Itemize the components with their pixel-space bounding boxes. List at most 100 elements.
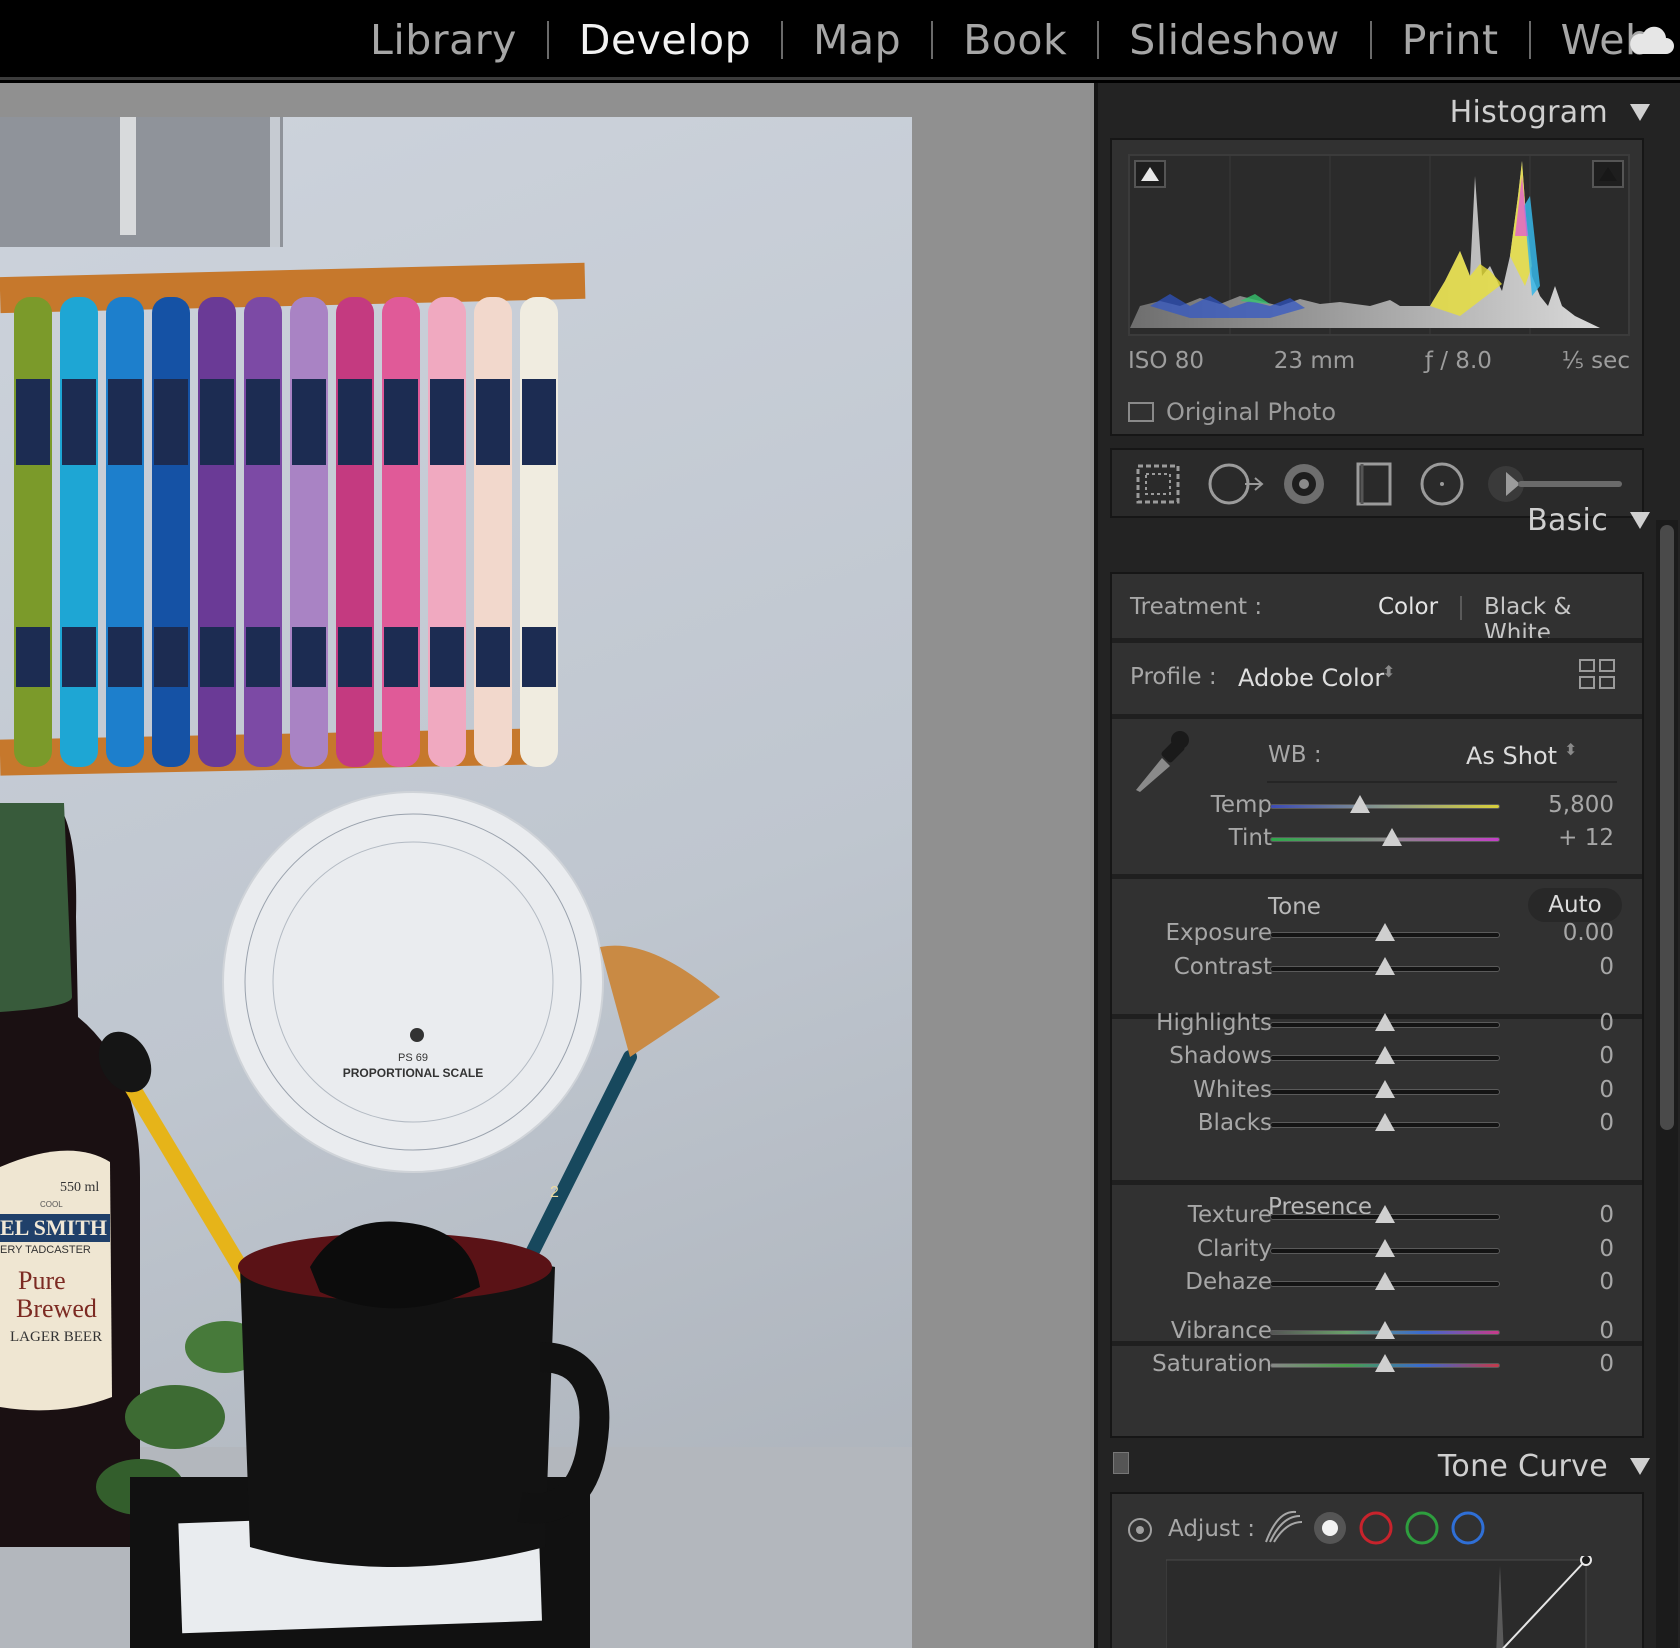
- profile-dropdown[interactable]: Adobe Color: [1238, 664, 1384, 692]
- temp-value[interactable]: 5,800: [1548, 792, 1614, 818]
- exposure-slider-thumb[interactable]: [1375, 923, 1395, 941]
- module-slideshow[interactable]: Slideshow: [1099, 16, 1370, 64]
- whites-slider-thumb[interactable]: [1375, 1080, 1395, 1098]
- blacks-slider-thumb[interactable]: [1375, 1113, 1395, 1131]
- dehaze-slider-thumb[interactable]: [1375, 1272, 1395, 1290]
- contrast-value[interactable]: 0: [1599, 954, 1614, 980]
- texture-value[interactable]: 0: [1599, 1202, 1614, 1228]
- thread-skein: [14, 297, 52, 767]
- point-curve-rgb-icon[interactable]: [1310, 1508, 1350, 1548]
- parametric-curve-icon[interactable]: [1260, 1508, 1306, 1548]
- thread-band: [108, 627, 142, 687]
- wb-dropdown[interactable]: As Shot: [1466, 742, 1557, 770]
- bottle-volume-text: 550 ml: [60, 1180, 99, 1195]
- temp-slider-row: Temp 5,800: [1112, 792, 1642, 822]
- collapse-triangle-icon[interactable]: [1630, 511, 1650, 529]
- dropdown-arrows-icon: ⬍: [1564, 740, 1578, 759]
- whites-label: Whites: [1193, 1077, 1272, 1103]
- thread-band: [62, 379, 96, 465]
- thread-band: [522, 627, 556, 687]
- section-divider: [1112, 874, 1642, 879]
- thread-band: [338, 627, 372, 687]
- original-photo-toggle[interactable]: Original Photo: [1128, 398, 1336, 426]
- saturation-slider-thumb[interactable]: [1375, 1354, 1395, 1372]
- shadows-slider-row: Shadows 0: [1112, 1043, 1642, 1073]
- texture-slider-thumb[interactable]: [1375, 1205, 1395, 1223]
- thread-skein: [106, 297, 144, 767]
- auto-tone-button[interactable]: Auto: [1528, 888, 1622, 922]
- exif-info: ISO 80 23 mm ƒ / 8.0 ⅕ sec: [1128, 348, 1630, 374]
- thread-skein: [474, 297, 512, 767]
- contrast-slider-thumb[interactable]: [1375, 957, 1395, 975]
- tone-curve-graph[interactable]: [1166, 1556, 1596, 1648]
- module-develop[interactable]: Develop: [549, 16, 781, 64]
- temp-slider-thumb[interactable]: [1349, 795, 1370, 813]
- target-adjustment-icon[interactable]: [1126, 1516, 1154, 1544]
- panel-scrollbar-thumb[interactable]: [1660, 525, 1674, 1130]
- texture-label: Texture: [1187, 1202, 1272, 1228]
- vibrance-slider-thumb[interactable]: [1375, 1321, 1395, 1339]
- module-map[interactable]: Map: [783, 16, 931, 64]
- tone-curve-header[interactable]: Tone Curve: [1110, 1438, 1650, 1494]
- dehaze-slider-row: Dehaze 0: [1112, 1269, 1642, 1299]
- thread-skein: [152, 297, 190, 767]
- thread-band: [476, 627, 510, 687]
- bottle-line3-text: LAGER BEER: [10, 1329, 102, 1345]
- highlights-slider-thumb[interactable]: [1375, 1013, 1395, 1031]
- cloud-sync-icon[interactable]: [1628, 24, 1674, 56]
- basic-header[interactable]: Basic: [1110, 492, 1650, 548]
- temp-label: Temp: [1210, 792, 1272, 818]
- original-photo-checkbox[interactable]: [1128, 402, 1154, 422]
- collapse-triangle-icon[interactable]: [1630, 103, 1650, 121]
- photo-canvas[interactable]: PS 69 PROPORTIONAL SCALE 550 ml COOL EL …: [0, 83, 1094, 1648]
- dehaze-value[interactable]: 0: [1599, 1269, 1614, 1295]
- whites-slider-row: Whites 0: [1112, 1077, 1642, 1107]
- histogram-plot[interactable]: [1128, 154, 1630, 336]
- thread-band: [154, 627, 188, 687]
- temp-slider[interactable]: [1270, 804, 1500, 809]
- blacks-value[interactable]: 0: [1599, 1110, 1614, 1136]
- blue-channel-icon[interactable]: [1448, 1508, 1488, 1548]
- thread-band: [16, 627, 50, 687]
- tint-value[interactable]: + 12: [1558, 825, 1614, 851]
- histogram-panel: ISO 80 23 mm ƒ / 8.0 ⅕ sec Original Phot…: [1110, 138, 1644, 436]
- wb-label: WB :: [1268, 742, 1322, 768]
- saturation-value[interactable]: 0: [1599, 1351, 1614, 1377]
- shadow-clipping-toggle[interactable]: [1134, 160, 1166, 188]
- blacks-slider-row: Blacks 0: [1112, 1110, 1642, 1140]
- tint-slider-thumb[interactable]: [1381, 828, 1402, 846]
- module-book[interactable]: Book: [933, 16, 1097, 64]
- clipping-triangle-icon: [1599, 167, 1617, 181]
- blacks-label: Blacks: [1197, 1110, 1272, 1136]
- treatment-label: Treatment :: [1130, 594, 1263, 620]
- histogram-graph: [1130, 156, 1600, 334]
- shutter-speed-value: ⅕ sec: [1561, 348, 1630, 374]
- bottle-line1-text: Pure: [18, 1266, 66, 1295]
- collapse-triangle-icon[interactable]: [1630, 1457, 1650, 1475]
- red-channel-icon[interactable]: [1356, 1508, 1396, 1548]
- highlights-value[interactable]: 0: [1599, 1010, 1614, 1036]
- histogram-header[interactable]: Histogram: [1110, 84, 1650, 140]
- exposure-label: Exposure: [1165, 920, 1272, 946]
- module-print[interactable]: Print: [1372, 16, 1529, 64]
- module-library[interactable]: Library: [340, 16, 547, 64]
- shadows-value[interactable]: 0: [1599, 1043, 1614, 1069]
- clarity-slider-thumb[interactable]: [1375, 1239, 1395, 1257]
- shadows-slider-thumb[interactable]: [1375, 1046, 1395, 1064]
- treatment-row: Treatment : Color Black & White: [1112, 594, 1642, 646]
- highlight-clipping-toggle[interactable]: [1592, 160, 1624, 188]
- whites-value[interactable]: 0: [1599, 1077, 1614, 1103]
- vibrance-value[interactable]: 0: [1599, 1318, 1614, 1344]
- thread-band: [16, 379, 50, 465]
- profile-browser-grid-icon[interactable]: [1578, 658, 1618, 692]
- section-divider: [1112, 1180, 1642, 1185]
- exposure-value[interactable]: 0.00: [1563, 920, 1614, 946]
- clarity-value[interactable]: 0: [1599, 1236, 1614, 1262]
- adjust-label: Adjust :: [1168, 1516, 1255, 1542]
- green-channel-icon[interactable]: [1402, 1508, 1442, 1548]
- treatment-color-button[interactable]: Color: [1378, 594, 1438, 620]
- thread-band: [246, 379, 280, 465]
- scale-title-text: PROPORTIONAL SCALE: [343, 1066, 483, 1080]
- vibrance-label: Vibrance: [1170, 1318, 1272, 1344]
- dehaze-label: Dehaze: [1185, 1269, 1272, 1295]
